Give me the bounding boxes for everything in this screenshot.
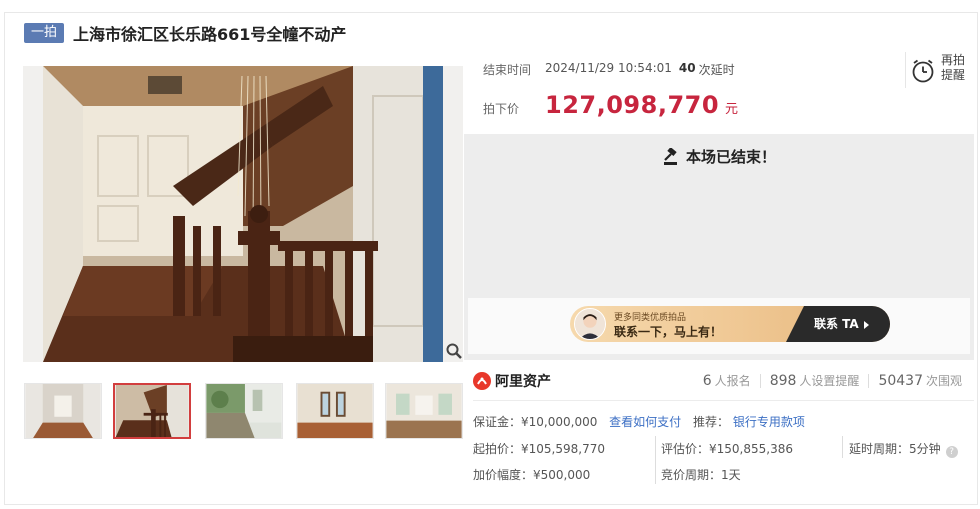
promo-line1: 更多同类优质拍品 — [614, 313, 687, 323]
promo-strip: 更多同类优质拍品 联系一下，马上有！ 联系 TA — [468, 298, 970, 354]
reminder-label: 人设置提醒 — [799, 374, 860, 388]
remind-button[interactable]: 再拍提醒 — [905, 52, 973, 88]
thumbnail-2[interactable] — [113, 383, 191, 439]
end-time-label: 结束时间 — [483, 63, 532, 77]
thumbnail-3[interactable] — [205, 383, 283, 439]
play-arrow-icon — [863, 320, 869, 329]
end-time-row: 结束时间 2024/11/29 10:54:01 40 次延时 — [483, 61, 735, 78]
page-title: 上海市徐汇区长乐路661号全幢不动产 — [73, 25, 347, 44]
alarm-clock-icon — [912, 59, 934, 83]
final-price-value: 127,098,770 — [545, 91, 720, 119]
how-to-pay-link[interactable]: 查看如何支付 — [609, 415, 681, 429]
final-price-row: 拍下价 127,098,770 元 — [483, 91, 738, 119]
thumbnail-photo — [115, 385, 189, 437]
delay-count: 40 — [678, 61, 696, 75]
bid-increment: 加价幅度：¥500,000 — [473, 468, 591, 482]
view-label: 次围观 — [925, 374, 962, 388]
thumbnail-photo — [25, 384, 101, 438]
contact-ta-label: 联系 TA — [814, 317, 859, 331]
divider — [842, 436, 843, 458]
divider — [759, 373, 761, 388]
divider — [473, 400, 974, 401]
help-icon[interactable]: ? — [945, 446, 958, 458]
auction-info: 阿里资产 6 人报名 898 人设置提醒 50437 次围观 保证金：¥10,0… — [464, 362, 974, 502]
contact-ta-button[interactable]: 联系 TA — [786, 306, 890, 342]
thumbnail-4[interactable] — [296, 383, 374, 439]
reminder-count: 898 — [769, 373, 797, 389]
auction-ended-area: 本场已结束！ 更多同类优质拍品 联系一下，马上有！ 联系 TA — [464, 134, 974, 360]
bank-funds-link[interactable]: 银行专用款项 — [733, 415, 805, 429]
auction-status-panel: 结束时间 2024/11/29 10:54:01 40 次延时 拍下价 127,… — [464, 50, 974, 134]
eval-price: 评估价：¥150,855,386 — [661, 442, 793, 456]
start-price: 起拍价：¥105,598,770 — [473, 442, 605, 456]
title-row: 一拍 上海市徐汇区长乐路661号全幢不动产 — [24, 22, 346, 44]
thumbnail-photo — [297, 384, 373, 438]
signup-count: 6 — [702, 373, 712, 389]
deposit-row: 保证金：¥10,000,000 查看如何支付 推荐： 银行专用款项 — [473, 413, 805, 430]
auction-ended-notice: 本场已结束！ — [464, 146, 974, 167]
thumbnail-photo — [386, 384, 462, 438]
deposit-text: 保证金：¥10,000,000 — [473, 415, 598, 429]
promo-line2: 联系一下，马上有！ — [614, 325, 723, 339]
zoom-icon[interactable] — [446, 343, 462, 359]
thumbnail-photo — [206, 384, 282, 438]
auction-round-tag: 一拍 — [24, 23, 65, 43]
thumbnail-1[interactable] — [24, 383, 102, 439]
remind-label: 再拍提醒 — [941, 53, 966, 82]
thumbnail-strip — [23, 383, 463, 441]
auction-ended-text: 本场已结束！ — [685, 148, 776, 166]
main-photo[interactable] — [23, 66, 463, 362]
ali-assets-logo-icon — [473, 372, 491, 390]
signup-label: 人报名 — [714, 374, 751, 388]
recommend-label: 推荐： — [693, 415, 730, 429]
divider — [655, 436, 656, 484]
final-price-unit: 元 — [725, 102, 739, 117]
end-time-value: 2024/11/29 10:54:01 — [545, 61, 672, 75]
delay-period-row: 延时周期：5分钟? — [849, 440, 958, 458]
view-count: 50437 — [878, 373, 923, 389]
staircase-photo — [23, 66, 463, 362]
contact-promo-banner[interactable]: 更多同类优质拍品 联系一下，马上有！ 联系 TA — [570, 306, 890, 342]
bid-period: 竞价周期：1天 — [661, 468, 741, 482]
delay-period: 延时周期：5分钟 — [849, 442, 941, 456]
divider — [868, 373, 870, 388]
stats-bar: 6 人报名 898 人设置提醒 50437 次围观 — [703, 372, 962, 389]
gavel-icon — [663, 147, 677, 165]
delay-unit: 次延时 — [698, 63, 735, 77]
thumbnail-5[interactable] — [385, 383, 463, 439]
final-price-label: 拍下价 — [483, 102, 520, 116]
agent-avatar — [574, 308, 606, 340]
seller-name: 阿里资产 — [495, 374, 551, 390]
seller-logo[interactable]: 阿里资产 — [473, 371, 551, 391]
